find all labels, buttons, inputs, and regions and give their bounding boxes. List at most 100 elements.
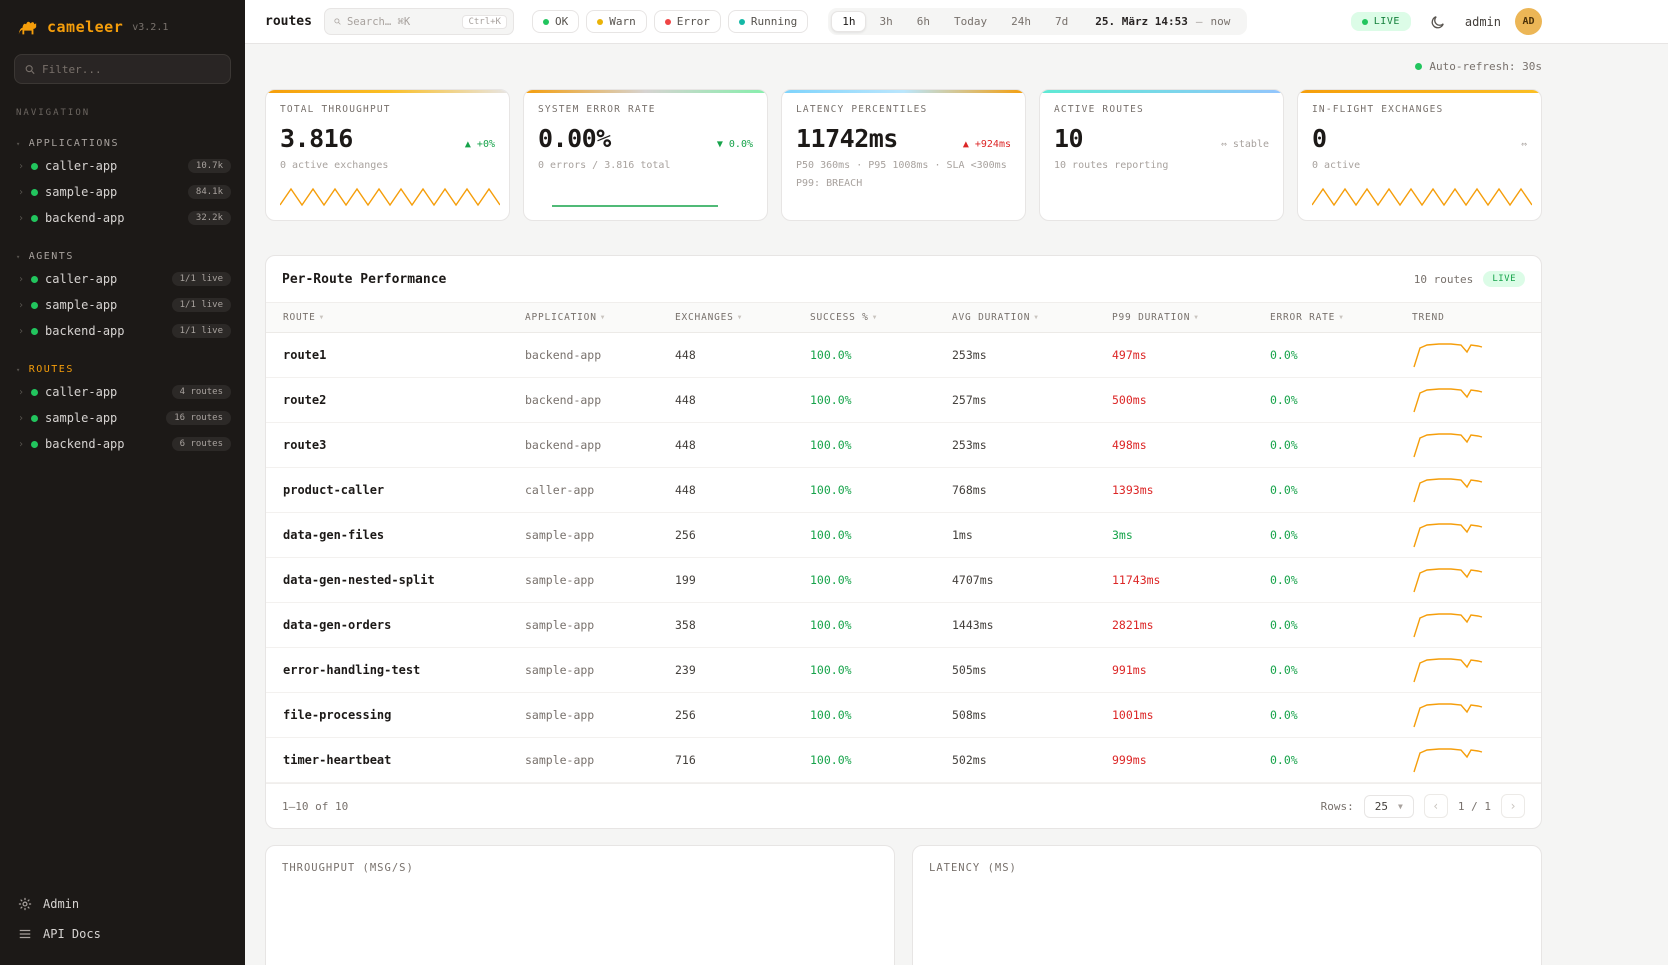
chip-ok[interactable]: OK <box>532 10 579 33</box>
column-header-error-rate[interactable]: ERROR RATE▼ <box>1270 312 1412 323</box>
chip-running[interactable]: Running <box>728 10 808 33</box>
cell-exchanges: 256 <box>675 708 810 722</box>
cell-application: sample-app <box>525 528 675 542</box>
live-badge: 1/1 live <box>172 298 231 312</box>
sidebar-filter-input[interactable] <box>42 63 220 76</box>
cell-avg-duration: 502ms <box>952 753 1112 767</box>
autorefresh-indicator: Auto-refresh: 30s <box>265 60 1542 73</box>
sidebar-item-backend-app[interactable]: › backend-app 32.2k <box>0 205 245 231</box>
cell-avg-duration: 768ms <box>952 483 1112 497</box>
table-row[interactable]: timer-heartbeat sample-app 716 100.0% 50… <box>266 738 1541 783</box>
table-row[interactable]: data-gen-orders sample-app 358 100.0% 14… <box>266 603 1541 648</box>
range-button-3h[interactable]: 3h <box>868 11 903 32</box>
theme-toggle-button[interactable] <box>1425 9 1451 35</box>
kpi-delta: ▲ +924ms <box>963 139 1011 150</box>
trend-sparkline <box>1412 565 1484 595</box>
chevron-right-icon: › <box>18 300 24 311</box>
cell-route-name: error-handling-test <box>283 663 525 677</box>
cell-route-name: data-gen-nested-split <box>283 573 525 587</box>
pagination-range: 1–10 of 10 <box>282 800 348 813</box>
sidebar-item-admin[interactable]: Admin <box>18 897 227 911</box>
range-button-1h[interactable]: 1h <box>831 11 866 32</box>
column-header-success[interactable]: SUCCESS %▼ <box>810 312 952 323</box>
table-row[interactable]: product-caller caller-app 448 100.0% 768… <box>266 468 1541 513</box>
column-header-route[interactable]: ROUTE▼ <box>283 312 525 323</box>
routes-count-badge: 4 routes <box>172 385 231 399</box>
kpi-value: 10 <box>1054 124 1083 153</box>
kpi-subtext: 10 routes reporting <box>1054 160 1269 171</box>
cell-p99-duration: 497ms <box>1112 348 1270 362</box>
range-button-7d[interactable]: 7d <box>1044 11 1079 32</box>
rows-per-page-select[interactable]: 25 ▼ <box>1364 795 1414 818</box>
panel-title: Per-Route Performance <box>282 272 446 287</box>
sidebar-item-agent-sample-app[interactable]: › sample-app 1/1 live <box>0 292 245 318</box>
table-row[interactable]: data-gen-files sample-app 256 100.0% 1ms… <box>266 513 1541 558</box>
table-row[interactable]: data-gen-nested-split sample-app 199 100… <box>266 558 1541 603</box>
range-button-6h[interactable]: 6h <box>906 11 941 32</box>
section-header-agents[interactable]: ▾ AGENTS <box>0 247 245 266</box>
chip-label: Warn <box>609 15 636 28</box>
chevron-down-icon: ▾ <box>16 253 22 261</box>
column-header-application[interactable]: APPLICATION▼ <box>525 312 675 323</box>
sidebar-filter[interactable] <box>14 54 231 84</box>
avatar[interactable]: AD <box>1515 8 1542 35</box>
section-header-routes[interactable]: ▾ ROUTES <box>0 360 245 379</box>
routes-count-badge: 6 routes <box>172 437 231 451</box>
cell-exchanges: 239 <box>675 663 810 677</box>
sidebar-item-api-docs[interactable]: API Docs <box>18 927 227 941</box>
rows-per-page-value: 25 <box>1375 800 1388 813</box>
item-label: backend-app <box>45 211 124 225</box>
global-search-input[interactable] <box>347 16 457 28</box>
topbar: routes Ctrl+K OK Warn Error <box>245 0 1668 44</box>
page-content: Auto-refresh: 30s TOTAL THROUGHPUT 3.816… <box>245 44 1668 965</box>
sort-icon: ▼ <box>1194 314 1198 321</box>
range-button-24h[interactable]: 24h <box>1000 11 1042 32</box>
column-header-exchanges[interactable]: EXCHANGES▼ <box>675 312 810 323</box>
table-row[interactable]: route3 backend-app 448 100.0% 253ms 498m… <box>266 423 1541 468</box>
cell-p99-duration: 11743ms <box>1112 573 1270 587</box>
cell-success-rate: 100.0% <box>810 348 952 362</box>
kpi-card-inflight: IN-FLIGHT EXCHANGES 0 ⇔ 0 active <box>1297 89 1542 221</box>
table-row[interactable]: route1 backend-app 448 100.0% 253ms 497m… <box>266 333 1541 378</box>
column-header-p99-duration[interactable]: P99 DURATION▼ <box>1112 312 1270 323</box>
kpi-row: TOTAL THROUGHPUT 3.816 ▲ +0% 0 active ex… <box>265 89 1542 221</box>
table-row[interactable]: file-processing sample-app 256 100.0% 50… <box>266 693 1541 738</box>
table-row[interactable]: route2 backend-app 448 100.0% 257ms 500m… <box>266 378 1541 423</box>
global-search[interactable]: Ctrl+K <box>324 8 514 35</box>
cell-avg-duration: 4707ms <box>952 573 1112 587</box>
throughput-chart-panel: THROUGHPUT (MSG/S) <box>265 845 895 965</box>
chip-error[interactable]: Error <box>654 10 721 33</box>
live-status-badge: LIVE <box>1351 12 1411 31</box>
cell-avg-duration: 505ms <box>952 663 1112 677</box>
rows-per-page-label: Rows: <box>1321 800 1354 813</box>
section-header-applications[interactable]: ▾ APPLICATIONS <box>0 134 245 153</box>
prev-page-button[interactable]: ‹ <box>1424 794 1448 818</box>
table-row[interactable]: error-handling-test sample-app 239 100.0… <box>266 648 1541 693</box>
kpi-subtext-p99: P99: BREACH <box>796 178 1011 189</box>
cell-application: sample-app <box>525 573 675 587</box>
status-dot <box>31 302 38 309</box>
range-dash: — <box>1196 15 1203 28</box>
sidebar-item-routes-sample-app[interactable]: › sample-app 16 routes <box>0 405 245 431</box>
next-page-button[interactable]: › <box>1501 794 1525 818</box>
sidebar-item-routes-backend-app[interactable]: › backend-app 6 routes <box>0 431 245 457</box>
cell-exchanges: 716 <box>675 753 810 767</box>
admin-label: Admin <box>43 897 79 911</box>
sort-icon: ▼ <box>601 314 605 321</box>
sidebar-item-caller-app[interactable]: › caller-app 10.7k <box>0 153 245 179</box>
sidebar-item-agent-backend-app[interactable]: › backend-app 1/1 live <box>0 318 245 344</box>
cell-error-rate: 0.0% <box>1270 573 1412 587</box>
range-button-today[interactable]: Today <box>943 11 998 32</box>
chip-warn[interactable]: Warn <box>586 10 647 33</box>
sidebar-item-routes-caller-app[interactable]: › caller-app 4 routes <box>0 379 245 405</box>
status-dot <box>31 215 38 222</box>
cell-application: sample-app <box>525 753 675 767</box>
sidebar-item-agent-caller-app[interactable]: › caller-app 1/1 live <box>0 266 245 292</box>
column-header-avg-duration[interactable]: AVG DURATION▼ <box>952 312 1112 323</box>
chevron-right-icon: › <box>18 161 24 172</box>
chevron-right-icon: › <box>18 387 24 398</box>
section-title-label: AGENTS <box>29 251 74 262</box>
sidebar-item-sample-app[interactable]: › sample-app 84.1k <box>0 179 245 205</box>
cell-success-rate: 100.0% <box>810 663 952 677</box>
item-label: sample-app <box>45 185 117 199</box>
